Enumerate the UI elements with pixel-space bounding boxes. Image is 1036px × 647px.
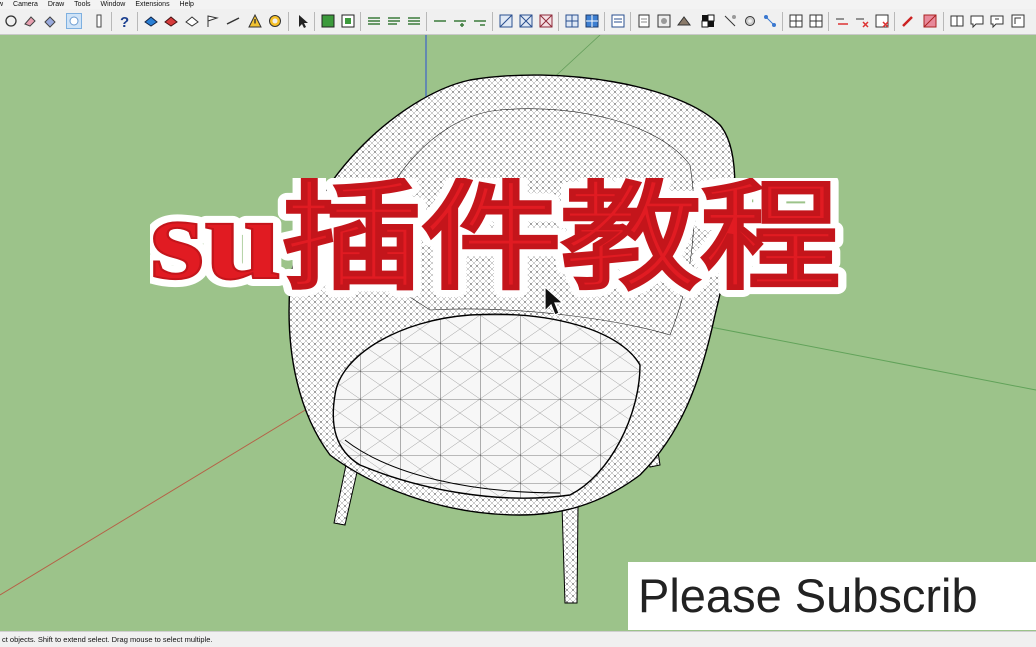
red-square-icon[interactable] xyxy=(922,13,938,29)
table-icon[interactable] xyxy=(564,13,580,29)
menu-camera[interactable]: Camera xyxy=(13,0,38,9)
list-add-icon[interactable] xyxy=(386,13,402,29)
menu-extensions[interactable]: Extensions xyxy=(135,0,169,9)
push-pull-icon[interactable] xyxy=(91,13,107,29)
line-minus-icon[interactable] xyxy=(472,13,488,29)
mesh-icon[interactable] xyxy=(518,13,534,29)
section-plane-icon[interactable] xyxy=(808,13,824,29)
table-split-icon[interactable] xyxy=(584,13,600,29)
checker-icon[interactable] xyxy=(700,13,716,29)
subscribe-text: Please Subscrib xyxy=(638,569,978,622)
chat-icon[interactable] xyxy=(969,13,985,29)
subscribe-banner: Please Subscrib xyxy=(628,562,1036,630)
menu-tools[interactable]: Tools xyxy=(74,0,90,9)
tape-icon[interactable] xyxy=(163,13,179,29)
help-icon[interactable]: ? xyxy=(117,13,133,31)
sparkle-icon[interactable] xyxy=(722,13,738,29)
paint-bucket-icon[interactable] xyxy=(42,13,58,29)
list-icon[interactable] xyxy=(366,13,382,29)
line-plus-icon[interactable] xyxy=(452,13,468,29)
shape-icon[interactable] xyxy=(184,13,200,29)
grid-icon[interactable] xyxy=(498,13,514,29)
select-icon[interactable] xyxy=(66,13,82,29)
model-viewport[interactable] xyxy=(0,35,1036,631)
section-icon[interactable] xyxy=(788,13,804,29)
flag-icon[interactable] xyxy=(205,13,221,29)
list-remove-icon[interactable] xyxy=(406,13,422,29)
line-icon[interactable] xyxy=(432,13,448,29)
chair-model-render xyxy=(0,35,1036,604)
status-text: ct objects. Shift to extend select. Drag… xyxy=(2,635,213,644)
mouse-cursor-icon xyxy=(543,285,565,319)
flag-window-icon[interactable] xyxy=(989,13,1005,29)
texture-icon[interactable] xyxy=(656,13,672,29)
layers-icon[interactable] xyxy=(610,13,626,29)
toolbar: ? xyxy=(0,9,1036,35)
svg-text:?: ? xyxy=(120,14,129,29)
component-icon[interactable] xyxy=(320,13,336,29)
pencil-icon[interactable] xyxy=(900,13,916,29)
cursor-icon[interactable] xyxy=(294,13,310,29)
status-bar: ct objects. Shift to extend select. Drag… xyxy=(0,631,1036,647)
frame-red-icon[interactable] xyxy=(874,13,890,29)
mesh-red-icon[interactable] xyxy=(538,13,554,29)
gear-icon[interactable] xyxy=(742,13,758,29)
minus-red-icon[interactable] xyxy=(834,13,850,29)
menu-draw[interactable]: Draw xyxy=(48,0,64,9)
camera-icon[interactable] xyxy=(676,13,692,29)
menu-view[interactable]: w xyxy=(0,0,3,9)
menu-bar: w Camera Draw Tools Window Extensions He… xyxy=(0,0,1036,9)
title-text: su插件教程 xyxy=(150,178,840,298)
group-icon[interactable] xyxy=(340,13,356,29)
menu-help[interactable]: Help xyxy=(180,0,194,9)
document-icon[interactable] xyxy=(636,13,652,29)
nodes-icon[interactable] xyxy=(762,13,778,29)
warning-icon[interactable] xyxy=(247,13,263,29)
dimension-icon[interactable] xyxy=(225,13,241,29)
window-icon[interactable] xyxy=(949,13,965,29)
eraser-icon[interactable] xyxy=(22,13,38,29)
circle-icon[interactable] xyxy=(3,13,19,29)
menu-window[interactable]: Window xyxy=(100,0,125,9)
corner-icon[interactable] xyxy=(1010,13,1026,29)
ruler-icon[interactable] xyxy=(143,13,159,29)
title-overlay: su插件教程 su插件教程 xyxy=(142,165,850,312)
close-red-icon[interactable] xyxy=(854,13,870,29)
undo-icon[interactable] xyxy=(267,13,283,29)
